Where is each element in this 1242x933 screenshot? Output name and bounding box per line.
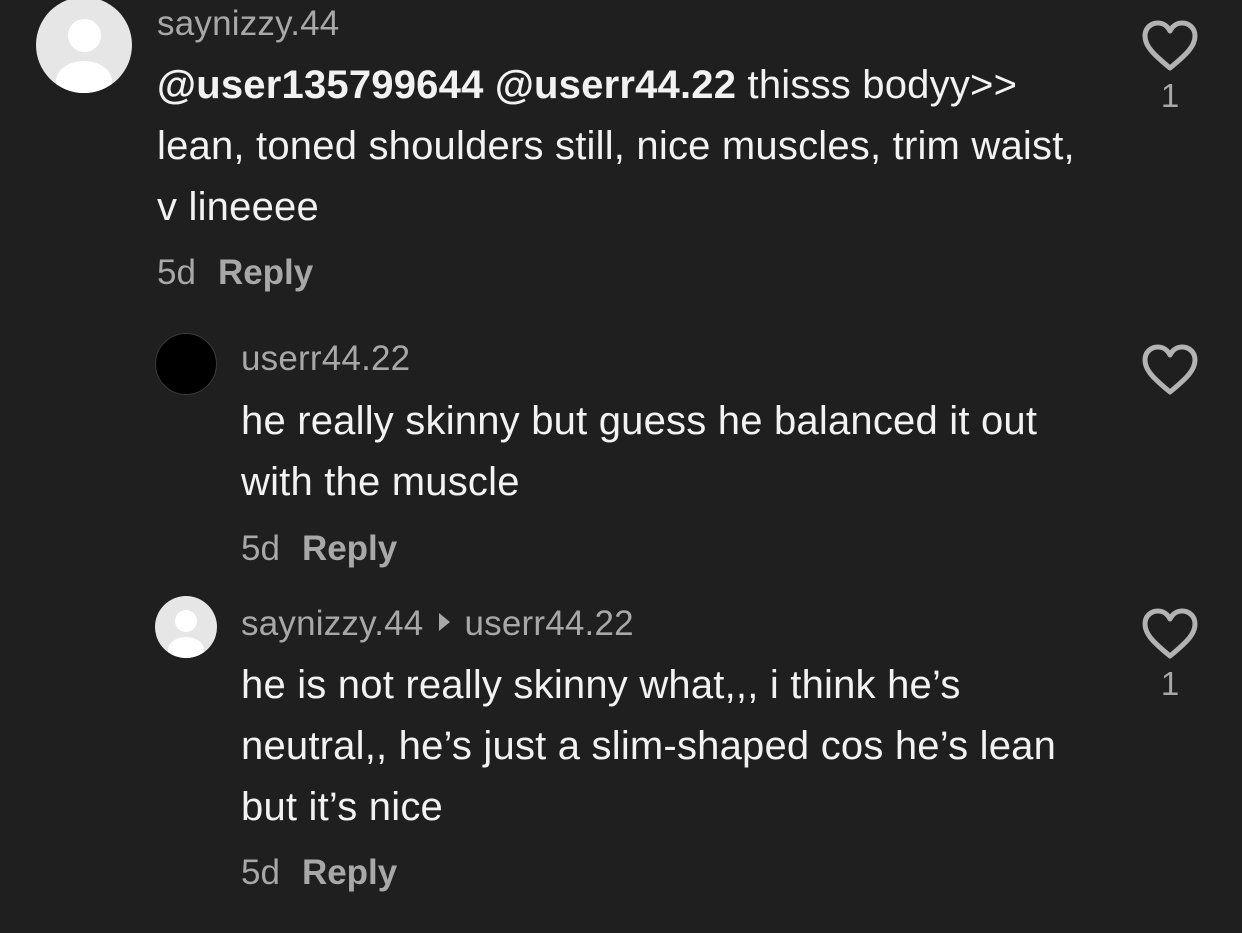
comment-username[interactable]: saynizzy.44 [157,4,339,44]
comment-age: 5d [241,853,280,892]
like-button[interactable]: 1 [1140,20,1200,114]
reply-button[interactable]: Reply [218,253,313,292]
play-arrow-icon [439,613,451,631]
like-button[interactable] [1140,344,1200,396]
avatar[interactable] [36,0,132,93]
like-button[interactable]: 1 [1140,608,1200,702]
reply-button[interactable]: Reply [302,529,397,568]
heart-outline-icon [1142,20,1198,71]
avatar[interactable] [155,596,217,658]
comment-username[interactable]: saynizzy.44 userr44.22 [241,604,634,644]
comment-username[interactable]: userr44.22 [241,339,410,379]
default-avatar-icon-body [56,61,112,93]
comment-meta: 5d Reply [241,853,397,893]
avatar[interactable] [155,333,217,395]
default-avatar-icon-body [168,637,204,658]
reply-button[interactable]: Reply [302,853,397,892]
comment-age: 5d [241,529,280,568]
comment-text: @user135799644 @userr44.22 thisss bodyy>… [157,55,1087,238]
default-avatar-icon [68,19,101,52]
comment-text: he is not really skinny what,,, i think … [241,663,1057,829]
reply-to-username[interactable]: userr44.22 [464,604,633,643]
comment-author[interactable]: saynizzy.44 [241,604,423,643]
comment-age: 5d [157,253,196,292]
heart-outline-icon [1142,608,1198,659]
mention-link[interactable]: @userr44.22 [495,63,736,107]
mention-link[interactable]: @user135799644 [157,63,484,107]
comment-text-line: thisss bodyy>> [736,63,1018,107]
comment-text-rest: lean, toned shoulders still, nice muscle… [157,124,1075,229]
comment-meta: 5d Reply [241,529,397,569]
like-count: 1 [1160,77,1180,114]
like-count: 1 [1160,665,1180,702]
heart-outline-icon [1142,344,1198,395]
default-avatar-icon [175,610,197,632]
comment-meta: 5d Reply [157,253,313,293]
comment-text: he really skinny but guess he balanced i… [241,399,1038,504]
